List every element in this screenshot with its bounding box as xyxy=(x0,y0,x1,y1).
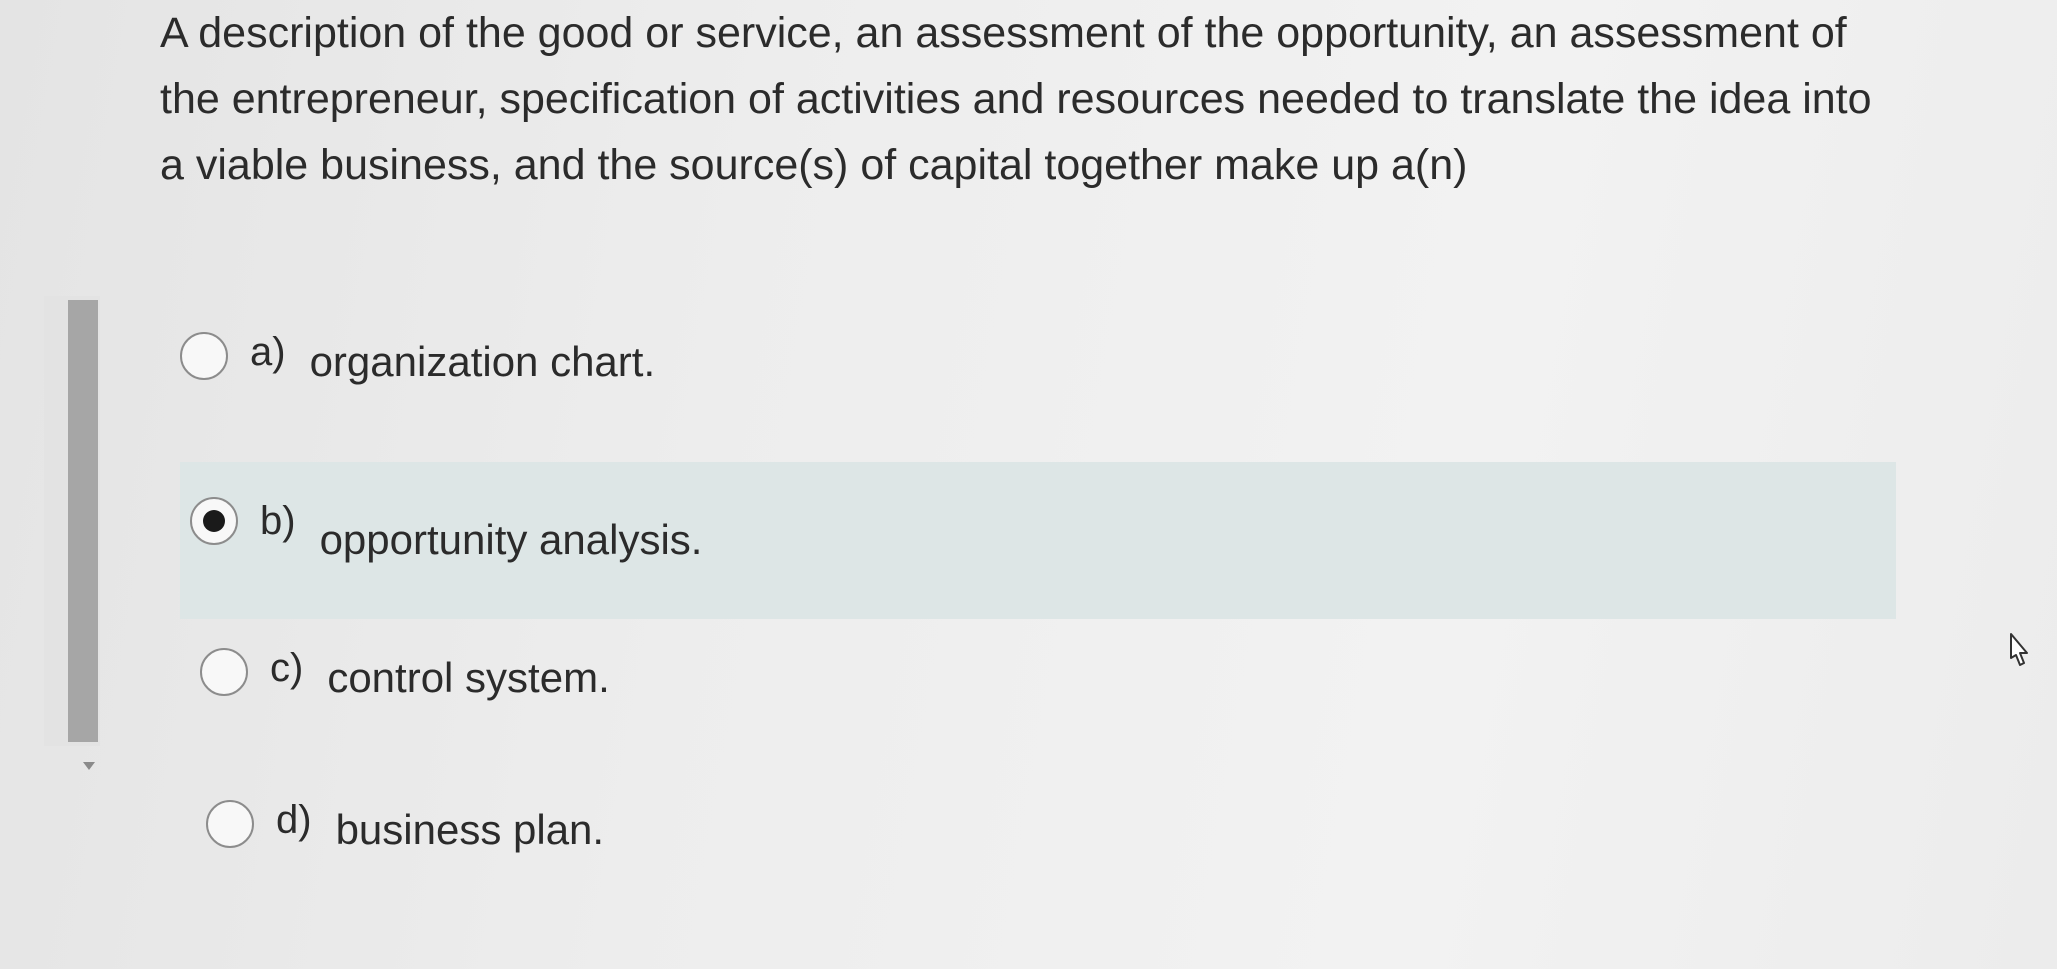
option-label: business plan. xyxy=(335,806,605,853)
mouse-pointer-icon xyxy=(2010,633,2028,666)
radio-d[interactable] xyxy=(206,800,254,848)
option-letter: b) xyxy=(260,499,296,543)
option-c[interactable]: c) control system. xyxy=(200,645,610,701)
option-a[interactable]: a) organization chart. xyxy=(180,329,655,385)
radio-b[interactable] xyxy=(190,496,238,545)
option-letter: a) xyxy=(250,329,286,374)
radio-a[interactable] xyxy=(180,332,228,380)
radio-selected-dot xyxy=(203,509,225,532)
option-letter: d) xyxy=(276,797,312,842)
option-label: organization chart. xyxy=(309,338,656,385)
option-label: opportunity analysis. xyxy=(319,515,703,563)
answer-options: a) organization chart. b) opportunity an… xyxy=(0,0,2057,969)
option-b[interactable]: b) opportunity analysis. xyxy=(180,462,1896,619)
option-d[interactable]: d) business plan. xyxy=(206,797,604,853)
option-letter: c) xyxy=(270,645,304,690)
option-label: control system. xyxy=(327,654,610,701)
radio-c[interactable] xyxy=(200,648,248,696)
